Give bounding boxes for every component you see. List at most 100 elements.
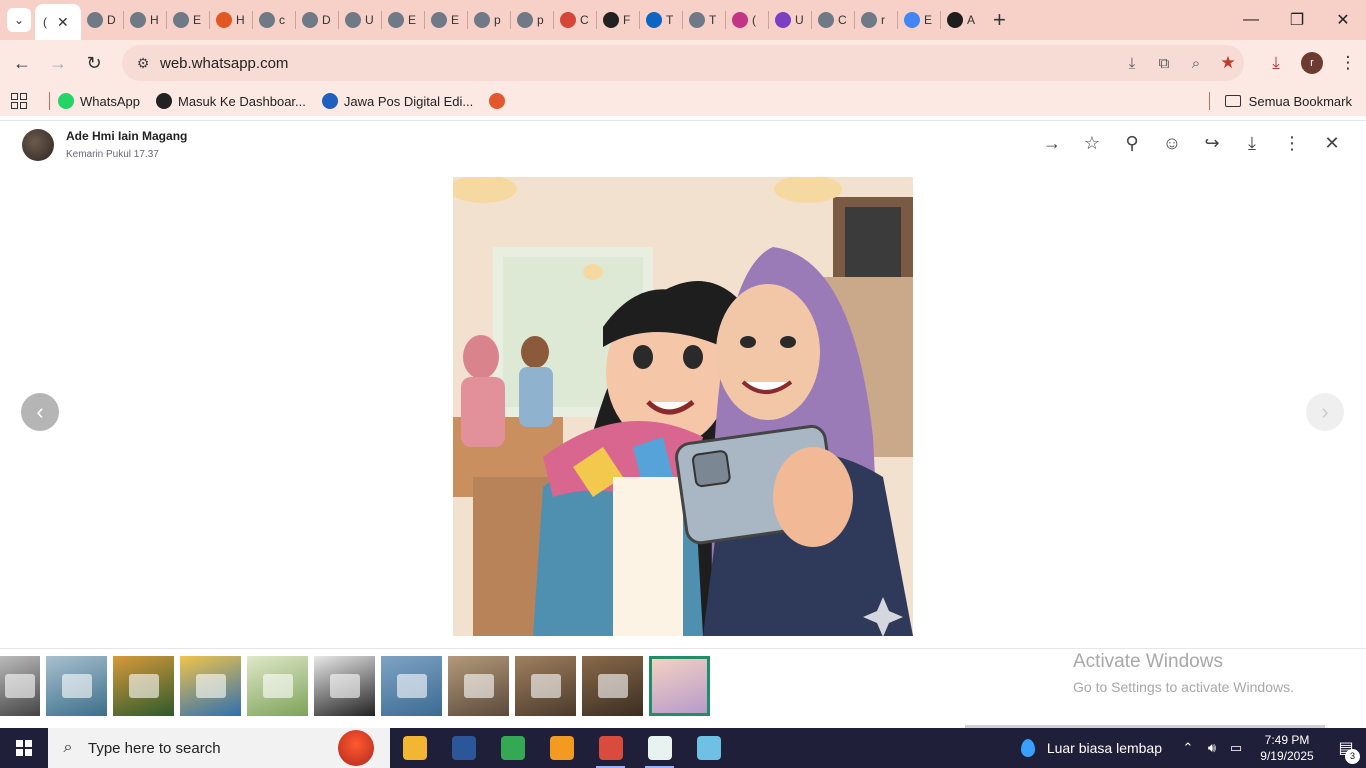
media-thumbnail[interactable]: [180, 656, 241, 716]
browser-tab[interactable]: T: [683, 4, 725, 36]
browser-tab[interactable]: c: [253, 4, 295, 36]
media-thumbnail[interactable]: [381, 656, 442, 716]
image-placeholder-icon: [61, 674, 92, 698]
address-bar[interactable]: ⚙ web.whatsapp.com ⤓ ⧉ ⌕ ★: [122, 45, 1244, 81]
new-tab-button[interactable]: +: [993, 7, 1006, 33]
browser-tab[interactable]: A: [941, 4, 983, 36]
downloads-icon[interactable]: ⤓: [1258, 53, 1294, 73]
install-app-icon[interactable]: ⧉: [1148, 55, 1180, 72]
forward-icon[interactable]: ↪: [1192, 133, 1232, 154]
star-icon[interactable]: ☆: [1072, 133, 1112, 154]
browser-tab[interactable]: E: [167, 4, 209, 36]
close-viewer-icon[interactable]: ✕: [1312, 133, 1352, 154]
network-icon[interactable]: ▭: [1224, 740, 1248, 756]
react-emoji-icon[interactable]: ☺: [1152, 133, 1192, 154]
taskbar-app[interactable]: [635, 728, 684, 768]
url-text[interactable]: web.whatsapp.com: [160, 55, 1116, 72]
browser-tab[interactable]: r: [855, 4, 897, 36]
browser-tab[interactable]: D: [296, 4, 338, 36]
next-media-button[interactable]: ›: [1306, 393, 1344, 431]
site-info-icon[interactable]: ⚙: [128, 55, 158, 72]
browser-tab[interactable]: p: [511, 4, 553, 36]
close-window-button[interactable]: ✕: [1320, 0, 1366, 40]
media-thumbnail[interactable]: [113, 656, 174, 716]
restore-button[interactable]: ❐: [1274, 0, 1320, 40]
all-bookmarks-button[interactable]: Semua Bookmark: [1224, 94, 1352, 109]
browser-tab[interactable]: H: [210, 4, 252, 36]
sender-avatar[interactable]: [22, 129, 54, 161]
clock-time: 7:49 PM: [1264, 733, 1310, 747]
install-download-icon[interactable]: ⤓: [1116, 55, 1148, 72]
bookmark-item[interactable]: WhatsApp: [58, 93, 140, 109]
tab-favicon-icon: [603, 12, 619, 28]
browser-tab[interactable]: E: [898, 4, 940, 36]
reload-button[interactable]: ↻: [76, 45, 112, 81]
tab-favicon-icon: [302, 12, 318, 28]
volume-icon[interactable]: 🔊︎: [1200, 740, 1224, 756]
forward-button[interactable]: →: [40, 45, 76, 81]
browser-tab[interactable]: H: [124, 4, 166, 36]
browser-tab[interactable]: D: [81, 4, 123, 36]
taskbar-search[interactable]: ⌕ Type here to search: [48, 728, 390, 768]
media-thumbnail[interactable]: [582, 656, 643, 716]
media-thumbnail[interactable]: [46, 656, 107, 716]
browser-tab[interactable]: U: [339, 4, 381, 36]
image-placeholder-icon: [396, 674, 427, 698]
media-image: [453, 177, 913, 636]
media-thumbnail[interactable]: [247, 656, 308, 716]
start-button[interactable]: [0, 728, 48, 768]
media-thumbnail[interactable]: [314, 656, 375, 716]
browser-tab[interactable]: T: [640, 4, 682, 36]
more-options-icon[interactable]: ⋮: [1272, 133, 1312, 154]
taskbar-app[interactable]: [439, 728, 488, 768]
bookmark-star-icon[interactable]: ★: [1212, 53, 1244, 73]
browser-tab[interactable]: C: [554, 4, 596, 36]
minimize-button[interactable]: —: [1228, 0, 1274, 40]
download-icon[interactable]: ⤓: [1232, 133, 1272, 154]
browser-tab[interactable]: C: [812, 4, 854, 36]
tab-title: r: [881, 13, 885, 27]
browser-tab[interactable]: F: [597, 4, 639, 36]
browser-menu-icon[interactable]: ⋮: [1330, 53, 1366, 73]
notification-center-icon[interactable]: ▤ 3: [1326, 738, 1366, 764]
media-thumbnail[interactable]: [649, 656, 710, 716]
tab-favicon-icon: [345, 12, 361, 28]
bookmark-item[interactable]: [489, 93, 511, 109]
browser-tab[interactable]: E: [425, 4, 467, 36]
system-tray: Luar biasa lembap ⌃ 🔊︎ ▭ 7:49 PM 9/19/20…: [1020, 728, 1366, 768]
bookmark-item[interactable]: Masuk Ke Dashboar...: [155, 93, 306, 109]
taskbar-app[interactable]: [684, 728, 733, 768]
browser-tab[interactable]: (: [726, 4, 768, 36]
show-hidden-icons-icon[interactable]: ⌃: [1176, 740, 1200, 756]
tab-title: A: [967, 13, 976, 27]
close-tab-icon[interactable]: ✕: [57, 14, 69, 31]
clock[interactable]: 7:49 PM 9/19/2025: [1248, 732, 1326, 764]
search-highlight-icon[interactable]: [338, 730, 374, 766]
apps-grid-icon[interactable]: [11, 93, 27, 109]
browser-tab[interactable]: p: [468, 4, 510, 36]
weather-widget[interactable]: Luar biasa lembap: [1020, 739, 1162, 757]
bookmark-list: WhatsApp Masuk Ke Dashboar... Jawa Pos Dig…: [58, 93, 527, 109]
zoom-icon[interactable]: ⌕: [1180, 55, 1212, 72]
browser-tab[interactable]: (✕: [35, 4, 81, 40]
pin-icon[interactable]: ⚲: [1112, 133, 1152, 154]
search-placeholder: Type here to search: [88, 739, 221, 757]
previous-media-button[interactable]: ‹: [21, 393, 59, 431]
media-thumbnail[interactable]: [448, 656, 509, 716]
go-to-message-icon[interactable]: →: [1032, 133, 1072, 154]
bookmark-item[interactable]: Jawa Pos Digital Edi...: [321, 93, 473, 109]
media-thumbnail[interactable]: [0, 656, 40, 716]
taskbar-app[interactable]: [537, 728, 586, 768]
tab-favicon-icon: [388, 12, 404, 28]
taskbar-app[interactable]: [586, 728, 635, 768]
browser-tab[interactable]: U: [769, 4, 811, 36]
media-thumbnail[interactable]: [515, 656, 576, 716]
browser-tab[interactable]: E: [382, 4, 424, 36]
profile-avatar[interactable]: r: [1301, 52, 1323, 74]
tab-favicon-icon: [130, 12, 146, 28]
tab-search-chevron-icon[interactable]: ⌄: [7, 8, 31, 32]
activate-title: Activate Windows: [1073, 651, 1223, 672]
taskbar-app[interactable]: [488, 728, 537, 768]
taskbar-app[interactable]: [390, 728, 439, 768]
back-button[interactable]: ←: [4, 45, 40, 81]
